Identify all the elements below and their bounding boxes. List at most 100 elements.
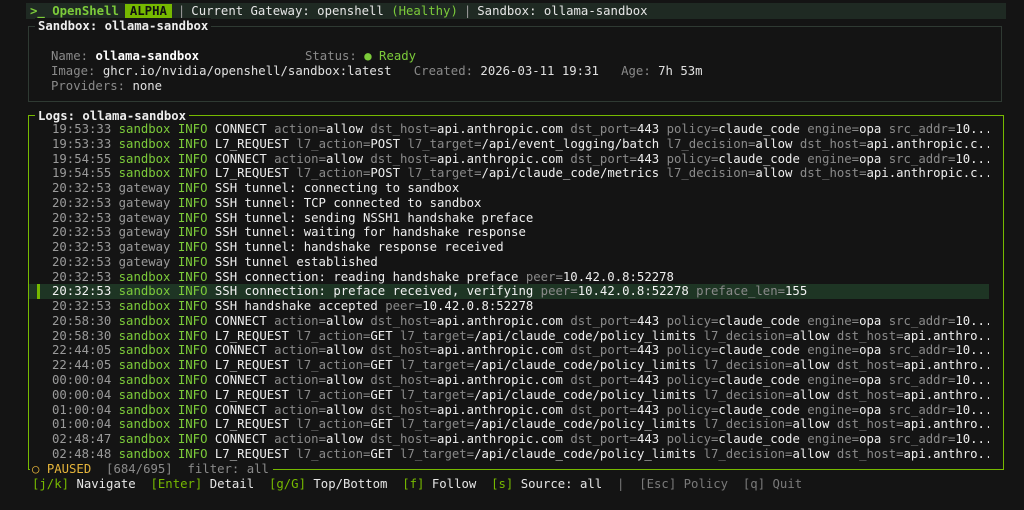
log-field-value: allow bbox=[325, 151, 363, 166]
log-row[interactable]: 19:53:33 sandbox INFO L7_REQUEST l7_acti… bbox=[29, 137, 989, 152]
log-field-key: src_addr bbox=[888, 402, 948, 417]
log-source: sandbox bbox=[118, 151, 171, 166]
log-row[interactable]: 19:54:55 sandbox INFO CONNECT action=all… bbox=[29, 152, 989, 167]
log-field-value: api.anthropic.com bbox=[437, 151, 563, 166]
log-row[interactable]: 19:53:33 sandbox INFO CONNECT action=all… bbox=[29, 122, 989, 137]
log-field-value: 10.42.0.8:52278 bbox=[562, 269, 674, 284]
log-field-key: l7_decision bbox=[703, 387, 786, 402]
log-row[interactable]: 00:00:04 sandbox INFO L7_REQUEST l7_acti… bbox=[29, 388, 989, 403]
log-source: sandbox bbox=[118, 432, 171, 447]
log-field-value: 443 bbox=[636, 402, 660, 417]
log-field-key: l7_target bbox=[400, 417, 467, 432]
footer-key-0[interactable]: [j/k] Navigate bbox=[32, 477, 136, 491]
footer-key: [f] bbox=[402, 477, 425, 491]
log-source: sandbox bbox=[118, 343, 171, 358]
log-field-equals: = bbox=[318, 402, 326, 417]
footer-key-1[interactable]: [Enter] Detail bbox=[150, 477, 254, 491]
log-level: INFO bbox=[177, 358, 208, 373]
log-row[interactable]: 20:32:53 sandbox INFO SSH connection: pr… bbox=[29, 284, 989, 300]
log-list[interactable]: 19:53:33 sandbox INFO CONNECT action=all… bbox=[29, 122, 989, 462]
log-field-key: l7_target bbox=[400, 358, 467, 373]
log-time: 20:32:53 bbox=[52, 269, 112, 284]
log-field-value: allow bbox=[325, 343, 363, 358]
log-source: sandbox bbox=[118, 284, 171, 299]
sandbox-label: Sandbox: bbox=[477, 4, 537, 18]
log-field-key: l7_decision bbox=[703, 417, 786, 432]
footer-label: Top/Bottom bbox=[313, 477, 388, 491]
log-field-equals: = bbox=[466, 387, 475, 402]
log-field-value: api.anthropic.com bbox=[437, 373, 563, 388]
log-time: 22:44:05 bbox=[52, 343, 112, 358]
log-field-value: /api/claude_code/metrics bbox=[481, 166, 660, 181]
log-field-key: src_addr bbox=[888, 122, 948, 136]
log-field-value: claude_code bbox=[718, 313, 800, 328]
log-row[interactable]: 20:32:53 gateway INFO SSH tunnel: handsh… bbox=[29, 240, 989, 255]
log-field-value: POST bbox=[370, 136, 401, 151]
log-row[interactable]: 20:32:53 gateway INFO SSH tunnel: waitin… bbox=[29, 225, 989, 240]
log-field-equals: = bbox=[318, 373, 326, 388]
log-message: L7_REQUEST bbox=[214, 417, 289, 432]
footer-label: Navigate bbox=[76, 477, 136, 491]
log-row[interactable]: 01:00:04 sandbox INFO L7_REQUEST l7_acti… bbox=[29, 417, 989, 432]
sandbox-name: ollama-sandbox bbox=[543, 4, 648, 18]
log-time: 20:32:53 bbox=[52, 225, 112, 240]
footer-key-3[interactable]: [f] Follow bbox=[402, 477, 476, 491]
log-row[interactable]: 20:32:53 gateway INFO SSH tunnel establi… bbox=[29, 255, 989, 270]
log-field-key: l7_action bbox=[296, 417, 363, 432]
log-field-equals: = bbox=[629, 343, 637, 358]
log-field-value: claude_code bbox=[718, 373, 800, 388]
log-row[interactable]: 22:44:05 sandbox INFO L7_REQUEST l7_acti… bbox=[29, 358, 989, 373]
footer-key-6[interactable]: [Esc] Policy bbox=[639, 477, 728, 491]
log-level: INFO bbox=[177, 166, 208, 181]
log-row[interactable]: 20:32:53 gateway INFO SSH tunnel: connec… bbox=[29, 181, 989, 196]
app-brand: OpenShell bbox=[52, 4, 119, 18]
log-message: SSH tunnel: TCP connected to sandbox bbox=[214, 195, 482, 210]
log-field-key: action bbox=[274, 151, 319, 166]
log-field-value: GET bbox=[370, 387, 393, 402]
log-field-equals: = bbox=[429, 122, 438, 136]
logs-panel[interactable]: Logs: ollama-sandbox 19:53:33 sandbox IN… bbox=[28, 108, 1004, 470]
footer-key-2[interactable]: [g/G] Top/Bottom bbox=[269, 477, 387, 491]
log-row[interactable]: 00:00:04 sandbox INFO CONNECT action=all… bbox=[29, 373, 989, 388]
log-row[interactable]: 20:32:53 gateway INFO SSH tunnel: sendin… bbox=[29, 211, 989, 226]
footer-label: Follow bbox=[431, 477, 477, 491]
log-field-equals: = bbox=[851, 432, 860, 447]
log-row[interactable]: 20:32:53 sandbox INFO SSH handshake acce… bbox=[29, 299, 989, 314]
log-source: sandbox bbox=[118, 136, 171, 151]
log-field-value: /api/claude_code/policy_limits bbox=[474, 417, 697, 432]
log-field-value: 443 bbox=[636, 151, 660, 166]
log-row[interactable]: 22:44:05 sandbox INFO CONNECT action=all… bbox=[29, 343, 989, 358]
log-row[interactable]: 02:48:47 sandbox INFO CONNECT action=all… bbox=[29, 432, 989, 447]
log-field-value: claude_code bbox=[718, 122, 800, 136]
log-field-key: dst_port bbox=[570, 373, 630, 388]
log-row[interactable]: 20:32:53 sandbox INFO SSH connection: re… bbox=[29, 270, 989, 285]
footer-key-4[interactable]: [s] Source: all bbox=[491, 477, 602, 491]
log-row[interactable]: 20:58:30 sandbox INFO CONNECT action=all… bbox=[29, 314, 989, 329]
log-field-key: l7_decision bbox=[666, 136, 749, 151]
log-field-value: 10.42.0.8:52278 bbox=[577, 284, 689, 299]
log-row[interactable]: 20:58:30 sandbox INFO L7_REQUEST l7_acti… bbox=[29, 329, 989, 344]
log-row[interactable]: 02:48:48 sandbox INFO L7_REQUEST l7_acti… bbox=[29, 447, 989, 462]
log-time: 01:00:04 bbox=[52, 417, 112, 432]
log-field-value: api.anthropic.com bbox=[437, 402, 563, 417]
log-row[interactable]: 19:54:55 sandbox INFO L7_REQUEST l7_acti… bbox=[29, 166, 989, 181]
log-level: INFO bbox=[177, 387, 208, 402]
log-field-key: l7_target bbox=[407, 166, 475, 181]
log-field-value: allow bbox=[325, 122, 363, 136]
log-field-value: /api/claude_code/policy_limits bbox=[474, 328, 697, 343]
status-value: Ready bbox=[379, 49, 417, 63]
terminal-prompt-icon: >_ bbox=[30, 4, 45, 18]
footer-key-7[interactable]: [q] Quit bbox=[743, 477, 802, 491]
log-field-key: engine bbox=[807, 432, 852, 447]
log-field-equals: = bbox=[466, 358, 475, 373]
log-level: INFO bbox=[177, 328, 208, 343]
log-row[interactable]: 20:32:53 gateway INFO SSH tunnel: TCP co… bbox=[29, 196, 989, 211]
log-row[interactable]: 01:00:04 sandbox INFO CONNECT action=all… bbox=[29, 403, 989, 418]
log-field-equals: = bbox=[429, 343, 438, 358]
log-field-equals: = bbox=[318, 122, 326, 136]
log-time: 19:54:55 bbox=[52, 166, 112, 181]
log-message: CONNECT bbox=[214, 343, 267, 358]
sandbox-info-panel: Sandbox: ollama-sandbox Name: ollama-san… bbox=[28, 18, 1002, 102]
footer-separator: | bbox=[617, 477, 625, 491]
log-message: L7_REQUEST bbox=[214, 446, 289, 461]
